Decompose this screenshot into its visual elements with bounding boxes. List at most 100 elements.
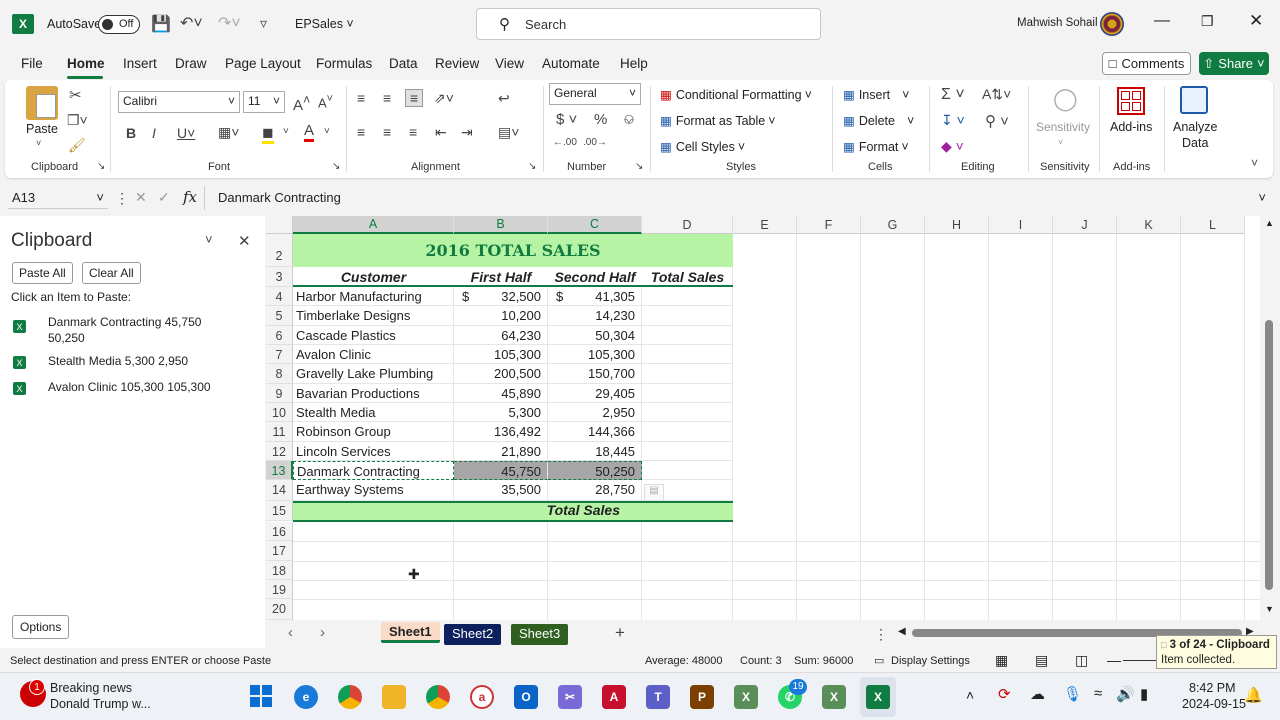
cell-customer[interactable]: Avalon Clinic xyxy=(293,345,454,364)
orientation-icon[interactable]: ⇗˅ xyxy=(434,90,454,107)
header-second-half[interactable]: Second Half xyxy=(548,267,642,287)
show-hidden-icons-icon[interactable]: ˄ xyxy=(966,687,974,703)
font-size-select[interactable]: 11 ˅ xyxy=(243,91,285,113)
column-header-k[interactable]: K xyxy=(1117,216,1181,234)
tab-insert[interactable]: Insert xyxy=(123,56,157,71)
battery-icon[interactable]: ▮ xyxy=(1140,685,1148,703)
page-break-view-icon[interactable]: ◫ xyxy=(1075,652,1088,669)
cell-customer[interactable]: Timberlake Designs xyxy=(293,306,454,326)
paste-options-icon[interactable]: ▤ xyxy=(644,484,664,501)
row-header[interactable]: 3 xyxy=(266,267,293,287)
undo-icon[interactable]: ↶˅ xyxy=(180,13,203,33)
increase-indent-icon[interactable]: ⇥ xyxy=(461,124,473,141)
edge-icon[interactable]: e xyxy=(294,685,318,709)
column-header-h[interactable]: H xyxy=(925,216,989,234)
cell-second-half[interactable]: 50,250 xyxy=(548,461,642,480)
merge-center-icon[interactable]: ▤˅ xyxy=(498,124,519,141)
scroll-down-icon[interactable]: ▼ xyxy=(1265,604,1274,614)
comma-style-icon[interactable]: ⎉ xyxy=(623,111,635,128)
number-format-select[interactable]: General ˅ xyxy=(549,83,641,105)
cell-first-half[interactable]: 45,890 xyxy=(454,384,548,403)
tab-review[interactable]: Review xyxy=(435,56,479,71)
zoom-out-icon[interactable]: — xyxy=(1107,652,1121,668)
tab-split-handle-icon[interactable]: ⋮ xyxy=(874,626,888,643)
autosave-toggle[interactable]: Off xyxy=(98,15,140,34)
cell-first-half[interactable]: 64,230 xyxy=(454,326,548,345)
name-box[interactable]: A13 ˅ xyxy=(8,187,108,209)
scroll-up-icon[interactable]: ▲ xyxy=(1265,218,1274,228)
column-header-a[interactable]: A xyxy=(293,216,454,234)
paste-button[interactable]: Paste xyxy=(26,122,58,136)
user-name[interactable]: Mahwish Sohail xyxy=(1017,17,1098,29)
decrease-indent-icon[interactable]: ⇤ xyxy=(435,124,447,141)
clipboard-toast[interactable]: □ 3 of 24 - Clipboard Item collected. xyxy=(1156,635,1277,669)
column-header-c[interactable]: C xyxy=(548,216,642,234)
outlook-icon[interactable]: O xyxy=(514,685,538,709)
percent-icon[interactable]: % xyxy=(594,111,607,128)
cell-total-sales[interactable] xyxy=(642,364,733,384)
cell-second-half[interactable]: 105,300 xyxy=(548,345,642,364)
font-color-icon[interactable]: A xyxy=(304,122,315,142)
restore-icon[interactable]: ❐ xyxy=(1201,13,1214,30)
cell-first-half[interactable]: 35,500 xyxy=(454,480,548,501)
row-header[interactable]: 18 xyxy=(266,561,293,580)
clipboard-launcher-icon[interactable]: ↘ xyxy=(97,161,105,172)
cell-first-half[interactable]: 45,750 xyxy=(454,461,548,480)
analyze-data-label-2[interactable]: Data xyxy=(1182,136,1208,150)
wifi-icon[interactable]: ≈ xyxy=(1094,685,1102,702)
sync-icon[interactable]: ⟳ xyxy=(998,685,1011,703)
cell-customer[interactable]: Harbor Manufacturing xyxy=(293,287,454,306)
formula-bar-options-icon[interactable]: ⋮ xyxy=(115,190,129,207)
font-name-select[interactable]: Calibri ˅ xyxy=(118,91,240,113)
cell-second-half[interactable]: 50,304 xyxy=(548,326,642,345)
cell-total-sales[interactable] xyxy=(642,384,733,403)
chrome-profile-icon[interactable] xyxy=(426,685,450,709)
news-title[interactable]: Breaking news xyxy=(50,681,132,695)
customize-qat-icon[interactable]: ▿ xyxy=(260,15,267,32)
redo-icon[interactable]: ↷˅ xyxy=(218,13,241,33)
underline-icon[interactable]: U˅ xyxy=(177,125,195,141)
font-launcher-icon[interactable]: ↘ xyxy=(332,161,340,172)
fill-icon[interactable]: ↧ ˅ xyxy=(941,112,965,129)
sheet-tab-1[interactable]: Sheet1 xyxy=(381,622,440,643)
format-cells-button[interactable]: ▦ Format ˅ xyxy=(843,139,909,155)
snipping-tool-icon[interactable]: ✂ xyxy=(558,685,582,709)
cell-customer[interactable]: Robinson Group xyxy=(293,422,454,442)
bold-icon[interactable]: B xyxy=(126,125,136,141)
format-painter-icon[interactable]: 🖌 xyxy=(68,137,86,154)
italic-icon[interactable]: I xyxy=(152,125,156,141)
tab-view[interactable]: View xyxy=(495,56,524,71)
align-bottom-icon[interactable]: ≡ xyxy=(405,89,424,107)
cut-icon[interactable]: ✂ xyxy=(69,86,82,104)
row-header[interactable]: 9 xyxy=(266,384,293,403)
sort-filter-icon[interactable]: A⇅˅ xyxy=(982,86,1011,103)
clear-all-button[interactable]: Clear All xyxy=(82,262,141,284)
display-settings-icon[interactable]: ▭ xyxy=(874,654,884,667)
vertical-scrollbar[interactable]: ▲ ▼ xyxy=(1262,216,1276,620)
row-header[interactable]: 14 xyxy=(266,480,293,501)
autosum-icon[interactable]: Σ ˅ xyxy=(941,86,965,104)
cell-customer[interactable]: Gravelly Lake Plumbing xyxy=(293,364,454,384)
cell-first-half[interactable]: 10,200 xyxy=(454,306,548,326)
sensitivity-icon[interactable]: ◯ xyxy=(1053,86,1078,112)
cell-first-half[interactable]: 105,300 xyxy=(454,345,548,364)
sheet-tab-3[interactable]: Sheet3 xyxy=(511,624,569,645)
cell-total-sales[interactable] xyxy=(642,461,733,480)
status-average[interactable]: Average: 48000 xyxy=(645,655,722,667)
total-sales-label[interactable]: Total Sales xyxy=(454,502,620,520)
microphone-icon[interactable]: 🎙 xyxy=(1063,685,1082,703)
collapse-ribbon-icon[interactable]: ˅ xyxy=(1251,156,1258,170)
decrease-decimal-icon[interactable]: .00→ xyxy=(583,137,607,148)
pane-options-icon[interactable]: ˅ xyxy=(205,232,213,247)
alignment-launcher-icon[interactable]: ↘ xyxy=(528,161,536,172)
find-select-icon[interactable]: ⚲ ˅ xyxy=(985,112,1009,130)
increase-decimal-icon[interactable]: ←.00 xyxy=(553,137,577,148)
borders-icon[interactable]: ▦˅ xyxy=(218,124,239,141)
excel-active-window[interactable]: X xyxy=(860,677,896,717)
paste-dropdown-icon[interactable]: ˅ xyxy=(36,138,41,148)
analyze-data-icon[interactable] xyxy=(1180,86,1208,114)
windows-start-icon[interactable] xyxy=(250,685,272,707)
column-header-e[interactable]: E xyxy=(733,216,797,234)
sensitivity-button[interactable]: Sensitivity xyxy=(1036,120,1090,134)
cell-first-half[interactable]: 5,300 xyxy=(454,403,548,422)
